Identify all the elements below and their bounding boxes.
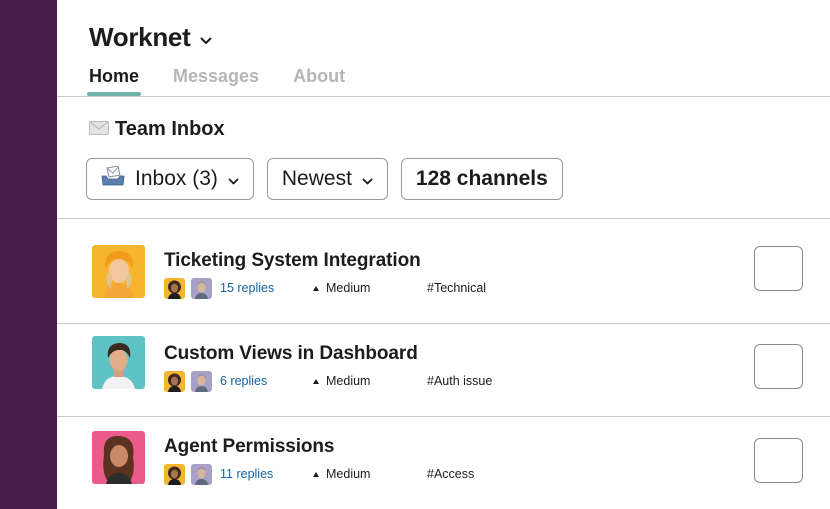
- priority-text: Medium: [326, 374, 371, 388]
- caret-up-icon: [313, 378, 319, 384]
- caret-up-icon: [313, 471, 319, 477]
- avatar: [92, 245, 145, 298]
- envelope-icon: [89, 118, 109, 141]
- chevron-down-icon: [228, 167, 239, 191]
- workspace-header[interactable]: Worknet: [89, 22, 212, 53]
- chevron-down-icon: [362, 167, 373, 191]
- list-item[interactable]: Agent Permissions 11 replies Medium #Acc…: [57, 416, 830, 509]
- list-item[interactable]: Custom Views in Dashboard 6 replies Medi…: [57, 323, 830, 416]
- thread-checkbox[interactable]: [754, 344, 803, 389]
- replies-link[interactable]: 15 replies: [220, 281, 313, 295]
- avatar: [191, 277, 212, 299]
- section-title: Team Inbox: [115, 118, 225, 140]
- inbox-filter-button[interactable]: Inbox (3): [86, 158, 254, 200]
- header-divider: [57, 96, 830, 97]
- channels-button[interactable]: 128 channels: [400, 158, 563, 200]
- priority-text: Medium: [326, 281, 371, 295]
- priority-label: Medium: [313, 281, 427, 295]
- replies-link[interactable]: 6 replies: [220, 374, 313, 388]
- filter-bar: Inbox (3) Newest 128 channels: [86, 158, 576, 200]
- section-heading: Team Inbox: [89, 118, 225, 141]
- workspace-sidebar: [0, 0, 57, 509]
- sort-dropdown[interactable]: Newest: [266, 158, 388, 200]
- thread-meta: 6 replies Medium #Auth issue: [164, 370, 492, 392]
- priority-text: Medium: [326, 467, 371, 481]
- replies-link[interactable]: 11 replies: [220, 467, 313, 481]
- list-item[interactable]: Ticketing System Integration 15 replies …: [57, 232, 830, 325]
- avatar: [191, 463, 212, 485]
- tab-home[interactable]: Home: [86, 66, 142, 96]
- sort-label: Newest: [281, 167, 352, 190]
- thread-meta: 15 replies Medium #Technical: [164, 277, 486, 299]
- thread-title[interactable]: Custom Views in Dashboard: [164, 343, 418, 365]
- thread-title[interactable]: Ticketing System Integration: [164, 250, 421, 272]
- thread-tag[interactable]: #Auth issue: [427, 374, 492, 388]
- channels-label: 128 channels: [415, 167, 548, 190]
- thread-tag[interactable]: #Technical: [427, 281, 486, 295]
- thread-checkbox[interactable]: [754, 438, 803, 483]
- chevron-down-icon[interactable]: [200, 32, 212, 50]
- priority-label: Medium: [313, 374, 427, 388]
- avatar: [92, 336, 145, 389]
- filters-divider: [57, 218, 830, 219]
- avatar: [164, 277, 185, 299]
- thread-checkbox[interactable]: [754, 246, 803, 291]
- workspace-title: Worknet: [89, 22, 191, 52]
- priority-label: Medium: [313, 467, 427, 481]
- thread-meta: 11 replies Medium #Access: [164, 463, 474, 485]
- caret-up-icon: [313, 285, 319, 291]
- inbox-filter-label: Inbox (3): [135, 167, 218, 190]
- tab-about[interactable]: About: [293, 66, 345, 95]
- thread-tag[interactable]: #Access: [427, 467, 474, 481]
- avatar: [191, 370, 212, 392]
- tab-bar: Home Messages About: [86, 66, 379, 96]
- inbox-tray-icon: [101, 165, 125, 192]
- tab-messages[interactable]: Messages: [173, 66, 259, 95]
- avatar: [92, 431, 145, 484]
- main-panel: Worknet Home Messages About Team Inbox I…: [57, 0, 830, 509]
- thread-title[interactable]: Agent Permissions: [164, 436, 335, 458]
- avatar: [164, 463, 185, 485]
- avatar: [164, 370, 185, 392]
